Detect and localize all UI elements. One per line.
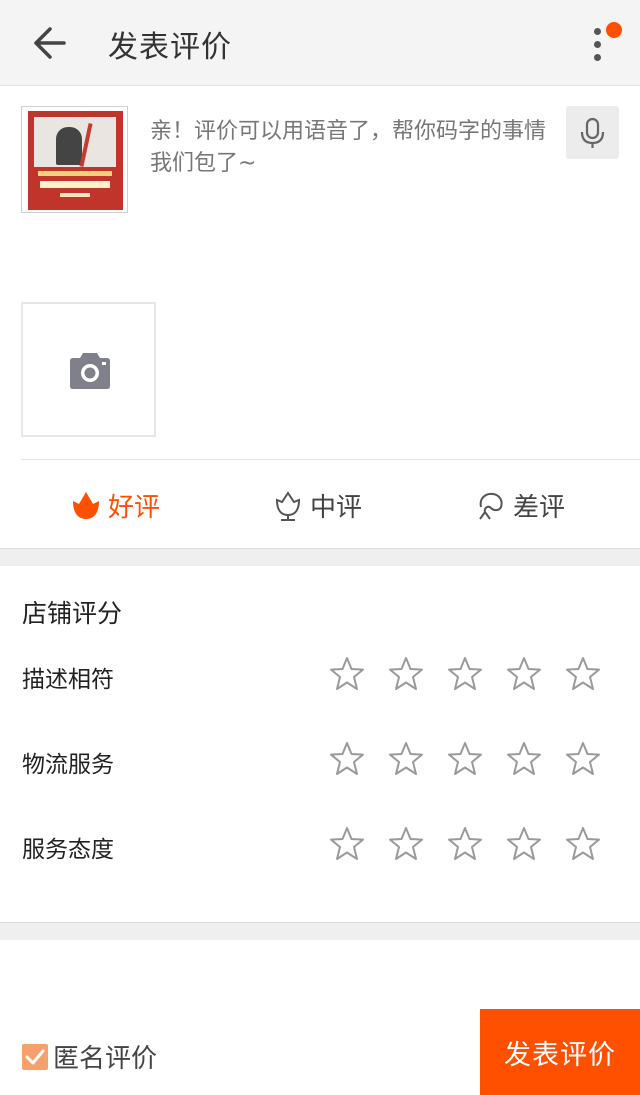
rating-good-label: 好评 — [108, 492, 161, 523]
star-icon[interactable] — [328, 740, 366, 778]
flower-filled-icon — [73, 492, 99, 519]
product-thumbnail — [21, 106, 128, 213]
rating-bad-option[interactable]: 差评 — [475, 480, 565, 530]
section-separator — [0, 922, 640, 940]
anonymous-checkbox[interactable] — [22, 1043, 48, 1070]
star-icon[interactable] — [387, 740, 425, 778]
voice-input-button[interactable] — [566, 106, 619, 159]
microphone-icon — [580, 117, 605, 148]
star-icon[interactable] — [505, 825, 543, 863]
review-text-input[interactable]: 亲！评价可以用语音了，帮你码字的事情我们包了~ — [150, 116, 550, 180]
star-icon[interactable] — [328, 655, 366, 693]
more-dot — [594, 54, 601, 61]
star-icon[interactable] — [564, 740, 602, 778]
camera-icon — [70, 353, 110, 389]
description-match-stars — [328, 655, 602, 693]
star-icon[interactable] — [446, 825, 484, 863]
star-icon[interactable] — [387, 655, 425, 693]
shop-score-title: 店铺评分 — [22, 599, 123, 628]
rating-bad-label: 差评 — [513, 492, 566, 523]
star-icon[interactable] — [505, 655, 543, 693]
notification-badge — [606, 22, 622, 38]
star-icon[interactable] — [564, 655, 602, 693]
star-icon[interactable] — [446, 655, 484, 693]
submit-review-button[interactable]: 发表评价 — [480, 1009, 640, 1095]
book-cover-image — [28, 111, 123, 210]
anonymous-label: 匿名评价 — [53, 1044, 158, 1074]
star-icon[interactable] — [328, 825, 366, 863]
divider — [21, 459, 640, 460]
rating-mid-option[interactable]: 中评 — [272, 480, 362, 530]
anonymous-toggle[interactable]: 匿名评价 — [22, 1038, 157, 1075]
more-menu-button[interactable] — [584, 22, 624, 66]
section-separator — [0, 548, 640, 566]
logistics-service-stars — [328, 740, 602, 778]
description-match-label: 描述相符 — [22, 667, 114, 693]
star-icon[interactable] — [505, 740, 543, 778]
logistics-service-label: 物流服务 — [22, 752, 114, 778]
checkmark-icon — [25, 1049, 45, 1064]
rating-mid-label: 中评 — [310, 492, 363, 523]
service-attitude-stars — [328, 825, 602, 863]
star-icon[interactable] — [564, 825, 602, 863]
back-arrow-icon — [34, 27, 66, 59]
star-icon[interactable] — [446, 740, 484, 778]
back-button[interactable] — [30, 25, 70, 61]
page-title: 发表评价 — [108, 30, 232, 65]
wilted-flower-icon — [479, 492, 503, 520]
flower-outline-icon — [275, 491, 301, 521]
service-attitude-label: 服务态度 — [22, 837, 114, 863]
star-icon[interactable] — [387, 825, 425, 863]
rating-good-option[interactable]: 好评 — [70, 480, 160, 530]
more-dots-icon — [594, 28, 601, 35]
top-bar: 发表评价 — [0, 0, 640, 86]
add-photo-button[interactable] — [21, 302, 156, 437]
more-dot — [594, 41, 601, 48]
